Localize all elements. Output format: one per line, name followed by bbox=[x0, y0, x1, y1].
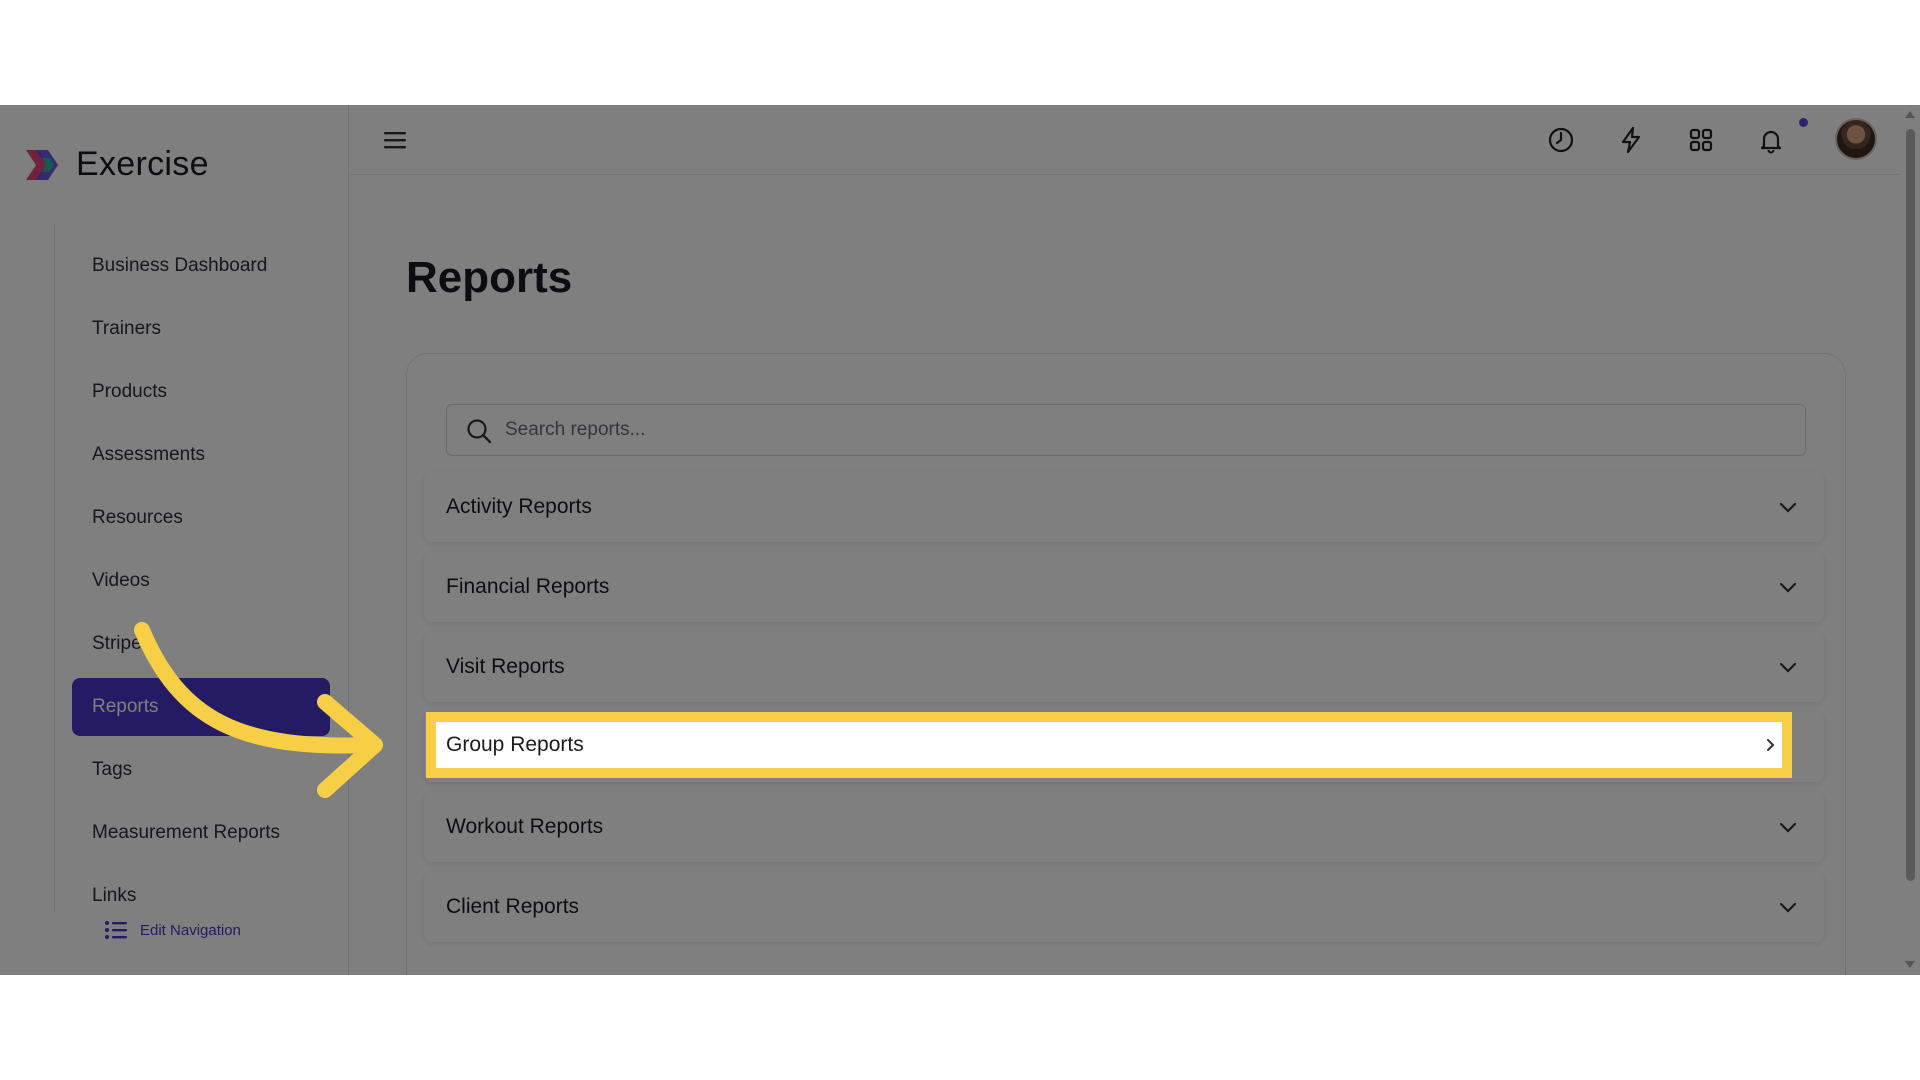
accordion-visit-reports[interactable]: Visit Reports bbox=[424, 632, 1824, 702]
search-icon bbox=[467, 419, 492, 444]
sidebar: Exercise Business Dashboard Trainers Pro… bbox=[0, 105, 349, 975]
sidebar-item-links[interactable]: Links bbox=[72, 867, 330, 925]
edit-navigation-button[interactable]: Edit Navigation bbox=[104, 920, 241, 940]
app-name: Exercise bbox=[76, 145, 209, 183]
scroll-thumb[interactable] bbox=[1906, 129, 1915, 881]
bell-icon[interactable] bbox=[1756, 125, 1786, 155]
sidebar-item-reports[interactable]: Reports bbox=[72, 678, 330, 736]
accordion-label: Visit Reports bbox=[446, 655, 565, 678]
accordion-label: Financial Reports bbox=[446, 575, 610, 598]
menu-icon[interactable] bbox=[382, 127, 408, 153]
sidebar-item-business-dashboard[interactable]: Business Dashboard bbox=[72, 237, 330, 295]
chevron-down-icon bbox=[1767, 739, 1775, 751]
chevron-down-icon bbox=[1779, 502, 1797, 513]
edit-navigation-label: Edit Navigation bbox=[140, 921, 241, 939]
clock-icon[interactable] bbox=[1546, 125, 1576, 155]
scroll-down-icon[interactable] bbox=[1904, 960, 1916, 970]
search-box[interactable] bbox=[446, 404, 1806, 456]
logo[interactable]: Exercise bbox=[24, 145, 209, 184]
apps-grid-icon[interactable] bbox=[1686, 125, 1716, 155]
scrollbar[interactable] bbox=[1900, 105, 1920, 975]
nav-divider bbox=[54, 223, 55, 913]
sidebar-item-trainers[interactable]: Trainers bbox=[72, 300, 330, 358]
highlight-group-reports[interactable]: Group Reports bbox=[426, 712, 1792, 778]
chevron-down-icon bbox=[1779, 902, 1797, 913]
accordion-client-reports[interactable]: Client Reports bbox=[424, 872, 1824, 942]
accordion-label: Workout Reports bbox=[446, 815, 604, 838]
chevron-down-icon bbox=[1779, 662, 1797, 673]
chevron-down-icon bbox=[1779, 582, 1797, 593]
scroll-up-icon[interactable] bbox=[1904, 109, 1916, 119]
sidebar-item-measurement-reports[interactable]: Measurement Reports bbox=[72, 804, 330, 862]
top-bar bbox=[350, 105, 1900, 175]
sidebar-item-resources[interactable]: Resources bbox=[72, 489, 330, 547]
sidebar-nav: Business Dashboard Trainers Products Ass… bbox=[72, 237, 330, 930]
user-avatar[interactable] bbox=[1835, 118, 1877, 160]
sidebar-item-stripe[interactable]: Stripe bbox=[72, 615, 330, 673]
accordion-workout-reports[interactable]: Workout Reports bbox=[424, 792, 1824, 862]
accordion-label: Client Reports bbox=[446, 895, 580, 918]
sidebar-item-videos[interactable]: Videos bbox=[72, 552, 330, 610]
accordion-activity-reports[interactable]: Activity Reports bbox=[424, 472, 1824, 542]
sidebar-item-products[interactable]: Products bbox=[72, 363, 330, 421]
app-window: Exercise Business Dashboard Trainers Pro… bbox=[0, 105, 1920, 975]
chevron-down-icon bbox=[1779, 822, 1797, 833]
accordion-label: Activity Reports bbox=[446, 495, 592, 518]
search-input[interactable] bbox=[505, 405, 1785, 455]
logo-icon bbox=[26, 149, 58, 180]
group-reports-label: Group Reports bbox=[446, 733, 584, 756]
sidebar-item-assessments[interactable]: Assessments bbox=[72, 426, 330, 484]
notification-badge bbox=[1799, 118, 1808, 127]
list-icon bbox=[105, 921, 127, 939]
lightning-icon[interactable] bbox=[1616, 125, 1646, 155]
accordion-financial-reports[interactable]: Financial Reports bbox=[424, 552, 1824, 622]
page-title: Reports bbox=[406, 253, 573, 302]
sidebar-item-tags[interactable]: Tags bbox=[72, 741, 330, 799]
